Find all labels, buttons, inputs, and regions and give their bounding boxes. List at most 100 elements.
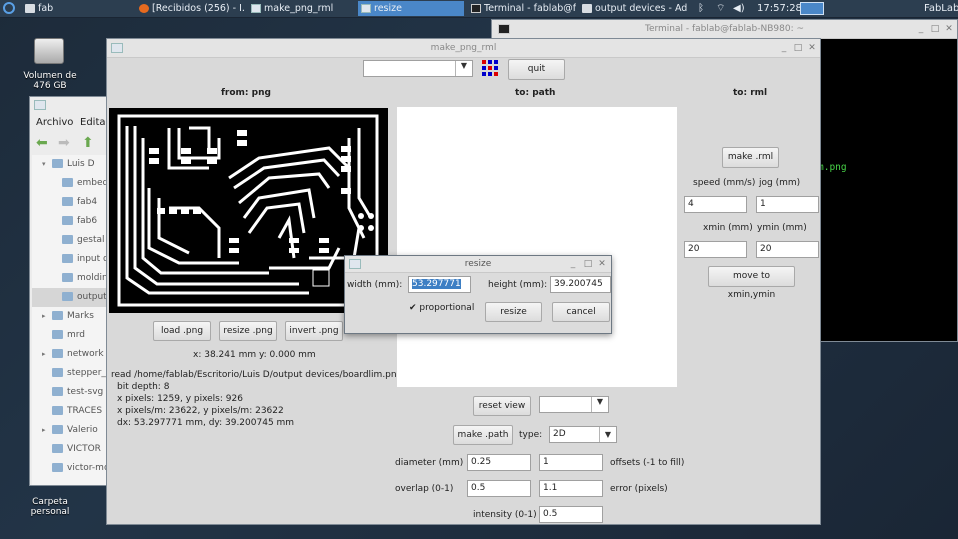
folder-icon	[62, 235, 73, 244]
path-canvas[interactable]	[397, 107, 677, 387]
close-icon[interactable]: ✕	[943, 20, 955, 38]
error-label: error (pixels)	[610, 484, 668, 494]
desktop-switcher-icon[interactable]	[800, 2, 824, 15]
terminal-icon	[471, 4, 481, 13]
window-icon	[361, 4, 371, 13]
minimize-icon[interactable]: _	[778, 39, 790, 57]
offsets-label: offsets (-1 to fill)	[610, 458, 685, 468]
taskbar-item-fab[interactable]: fab	[22, 1, 134, 16]
close-icon[interactable]: ✕	[806, 39, 818, 57]
up-arrow-icon[interactable]: ⬆	[82, 135, 94, 151]
fm-menu-archivo[interactable]: Archivo	[36, 117, 73, 128]
wifi-icon[interactable]: ⌔	[716, 0, 725, 17]
chevron-down-icon: ▼	[599, 427, 616, 442]
speed-label: speed (mm/s)	[693, 178, 756, 188]
user-name[interactable]: FabLab	[924, 0, 958, 17]
bluetooth-icon[interactable]: ᛒ	[698, 0, 704, 17]
app-menu-icon[interactable]	[3, 2, 15, 14]
resize-button[interactable]: resize	[485, 302, 542, 322]
quit-button[interactable]: quit	[508, 59, 565, 80]
folder-icon	[62, 197, 73, 206]
move-to-xmin-ymin-button[interactable]: move to xmin,ymin	[708, 266, 795, 300]
folder-icon	[62, 292, 73, 301]
back-arrow-icon[interactable]: ⬅	[36, 135, 48, 151]
top-combo[interactable]: ▼	[363, 60, 473, 77]
main-titlebar[interactable]: make_png_rml _ □ ✕	[107, 39, 820, 58]
clock[interactable]: 17:57:28	[757, 0, 802, 17]
heading-from-png: from: png	[221, 88, 271, 98]
error-input[interactable]: 1.1	[539, 480, 603, 497]
width-input[interactable]: 53.297771	[408, 276, 471, 293]
folder-icon	[582, 4, 592, 13]
taskbar-item-resize[interactable]: resize	[358, 1, 464, 16]
folder-icon	[25, 4, 35, 13]
proportional-checkbox[interactable]: ✔ proportional	[409, 303, 474, 313]
maximize-icon[interactable]: □	[582, 256, 594, 272]
heading-to-rml: to: rml	[733, 88, 768, 98]
grid-color-icon[interactable]	[481, 59, 499, 77]
intensity-input[interactable]: 0.5	[539, 506, 603, 523]
list-item[interactable]: ▸ Marks	[32, 307, 116, 326]
ymin-label: ymin (mm)	[757, 223, 807, 233]
folder-icon	[52, 311, 63, 320]
taskbar-item-make-png-rml[interactable]: make_png_rml	[248, 1, 354, 16]
height-input[interactable]: 39.200745	[550, 276, 611, 293]
close-icon[interactable]: ✕	[596, 256, 608, 272]
reset-view-button[interactable]: reset view	[473, 396, 531, 416]
list-item[interactable]: ▸ Valerio	[32, 421, 116, 440]
maximize-icon[interactable]: □	[792, 39, 804, 57]
list-item[interactable]: ▾ Luis D	[32, 155, 116, 174]
minimize-icon[interactable]: _	[915, 20, 927, 38]
diameter-input[interactable]: 0.25	[467, 454, 531, 471]
heading-to-path: to: path	[515, 88, 556, 98]
list-item[interactable]: ▸ network	[32, 345, 116, 364]
folder-icon	[52, 387, 63, 396]
folder-icon	[62, 216, 73, 225]
file-manager-window: Archivo Editar ⬅ ➡ ⬆ ▾ Luis D embed fab4 …	[29, 96, 136, 486]
resize-titlebar[interactable]: resize _ □ ✕	[345, 256, 611, 273]
type-label: type:	[519, 430, 543, 440]
cancel-button[interactable]: cancel	[552, 302, 610, 322]
ymin-input[interactable]: 20	[756, 241, 819, 258]
load-png-button[interactable]: load .png	[153, 321, 211, 341]
offsets-input[interactable]: 1	[539, 454, 603, 471]
view-combo[interactable]: ▼	[539, 396, 609, 413]
drive-icon[interactable]	[34, 38, 64, 64]
speed-input[interactable]: 4	[684, 196, 747, 213]
folder-icon	[52, 159, 63, 168]
terminal-icon	[498, 24, 510, 34]
folder-icon	[52, 463, 63, 472]
cursor-coords: x: 38.241 mm y: 0.000 mm	[193, 350, 316, 360]
make-path-button[interactable]: make .path	[453, 425, 513, 445]
chevron-down-icon: ▼	[455, 61, 472, 76]
drive-label: Volumen de 476 GB	[23, 71, 77, 91]
overlap-input[interactable]: 0.5	[467, 480, 531, 497]
folder-icon	[62, 254, 73, 263]
make-rml-button[interactable]: make .rml	[722, 147, 779, 168]
window-icon	[111, 43, 123, 53]
maximize-icon[interactable]: □	[929, 20, 941, 38]
width-label: width (mm):	[347, 280, 403, 290]
minimize-icon[interactable]: _	[567, 256, 579, 272]
folder-icon	[62, 178, 73, 187]
volume-icon[interactable]: ◀)	[733, 0, 745, 17]
forward-arrow-icon[interactable]: ➡	[58, 135, 70, 151]
folder-icon	[52, 406, 63, 415]
taskbar-item-mail[interactable]: [Recibidos (256) - I...	[136, 1, 244, 16]
xmin-input[interactable]: 20	[684, 241, 747, 258]
folder-icon	[62, 273, 73, 282]
taskbar: fab [Recibidos (256) - I... make_png_rml…	[0, 0, 958, 18]
taskbar-item-terminal[interactable]: Terminal - fablab@f...	[468, 1, 576, 16]
chevron-down-icon: ▼	[591, 397, 608, 412]
intensity-label: intensity (0-1)	[473, 510, 537, 520]
folder-icon	[52, 368, 63, 377]
terminal-titlebar[interactable]: Terminal - fablab@fablab-NB980: ~ _ □ ✕	[492, 20, 957, 39]
overlap-label: overlap (0-1)	[395, 484, 454, 494]
folder-icon	[52, 425, 63, 434]
resize-png-button[interactable]: resize .png	[219, 321, 277, 341]
invert-png-button[interactable]: invert .png	[285, 321, 343, 341]
home-folder-label: Carpeta personal	[30, 497, 70, 517]
taskbar-item-output-devices[interactable]: output devices - Ad...	[579, 1, 687, 16]
jog-input[interactable]: 1	[756, 196, 819, 213]
type-select[interactable]: 2D ▼	[549, 426, 617, 443]
